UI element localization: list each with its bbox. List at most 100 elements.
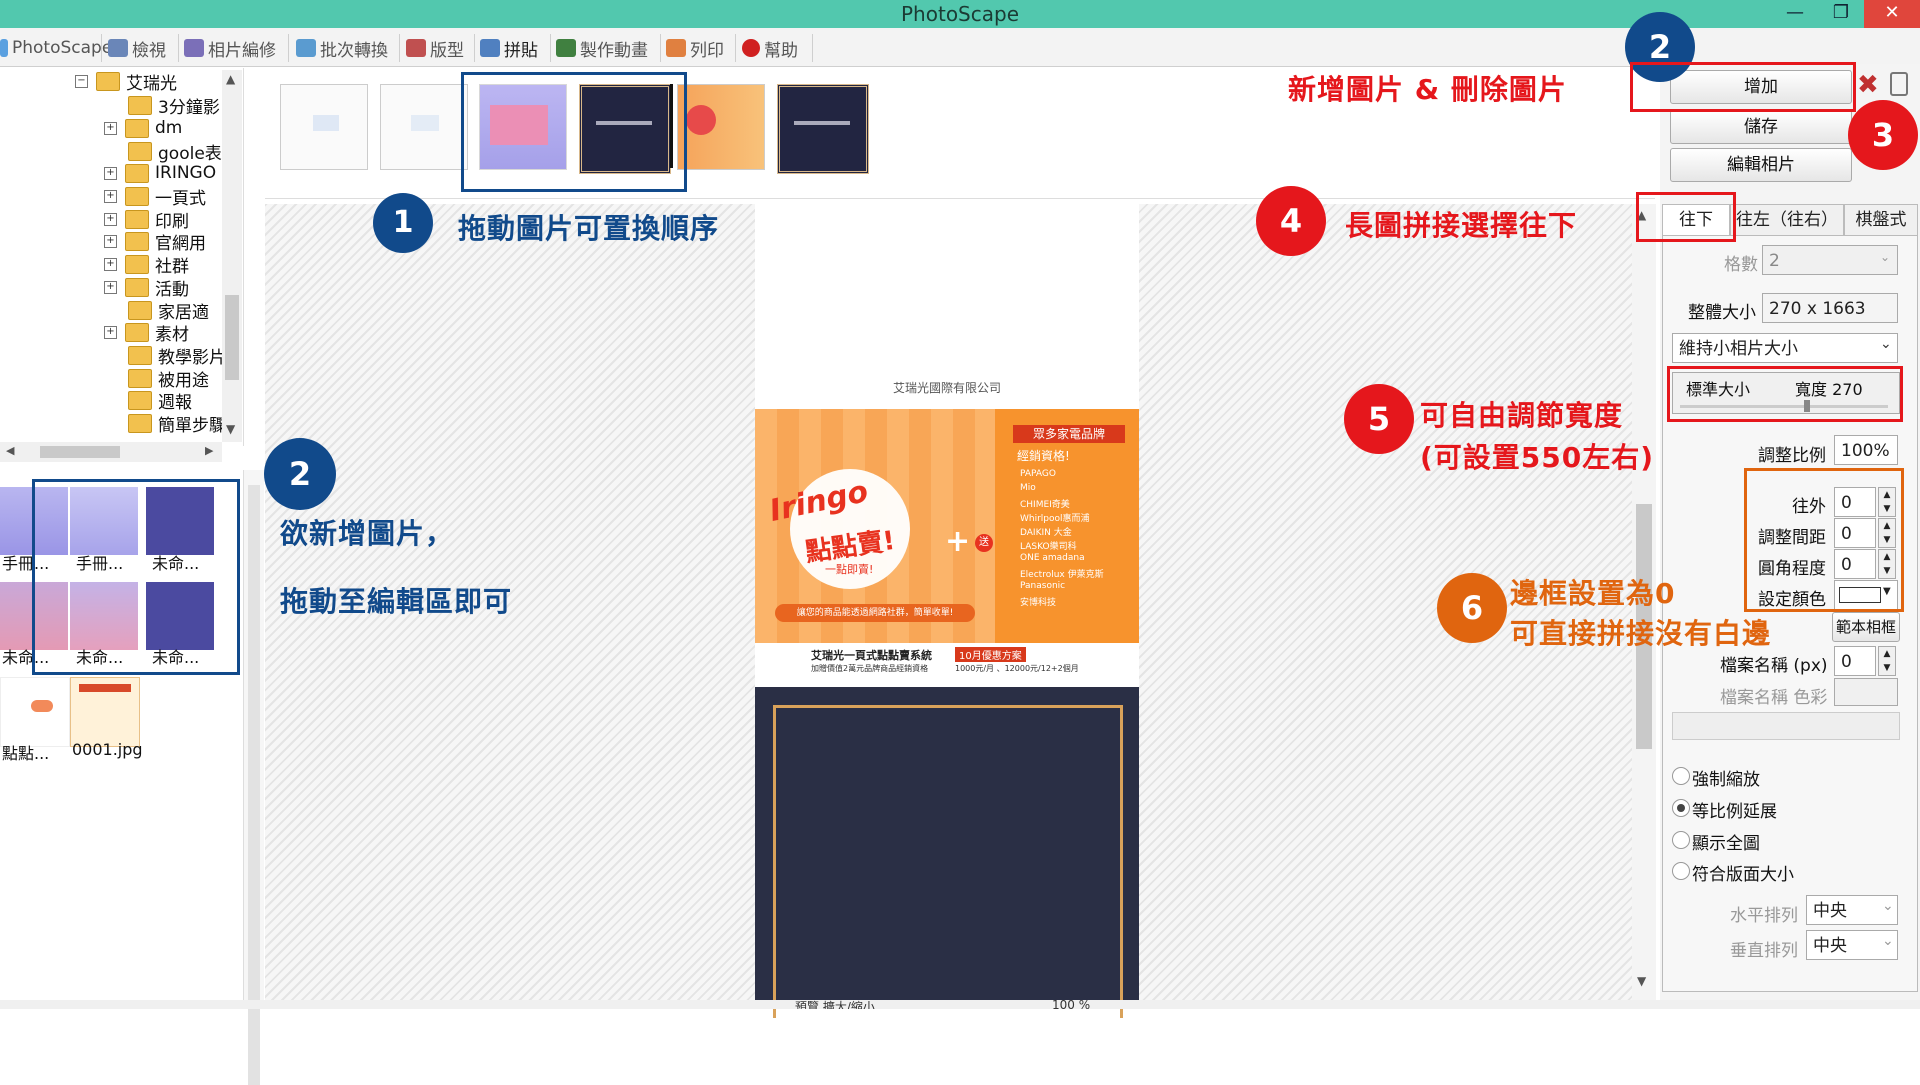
- folder-icon: [125, 163, 149, 183]
- tree-item[interactable]: 教學影片: [128, 344, 226, 368]
- tree-item[interactable]: + dm: [104, 117, 182, 139]
- doc-brand: ONE amadana: [1020, 553, 1085, 563]
- expand-icon[interactable]: +: [104, 121, 117, 135]
- radio-proportional[interactable]: [1672, 799, 1690, 817]
- strip-thumbnail[interactable]: [777, 84, 869, 174]
- tree-item[interactable]: 簡單步驟: [128, 412, 226, 436]
- file-thumbnail[interactable]: [70, 677, 140, 747]
- tree-item[interactable]: + 官網用: [104, 230, 206, 254]
- folder-icon: [125, 231, 149, 251]
- expand-icon[interactable]: +: [104, 189, 117, 203]
- scale-input[interactable]: 100%: [1834, 435, 1898, 465]
- expand-icon[interactable]: +: [104, 257, 117, 271]
- view-icon: [108, 39, 128, 57]
- frame-template-button[interactable]: 範本相框: [1832, 612, 1900, 642]
- tree-item[interactable]: 被用途: [128, 367, 209, 391]
- radio-fit-layout[interactable]: [1672, 862, 1690, 880]
- menu-separator: [474, 34, 475, 62]
- halign-label: 水平排列: [1730, 906, 1798, 926]
- file-thumbnail[interactable]: [0, 677, 70, 747]
- folder-icon: [125, 186, 149, 206]
- tree-item[interactable]: + 活動: [104, 276, 189, 300]
- size-mode-select[interactable]: 維持小相片大小: [1672, 333, 1898, 363]
- scroll-thumb[interactable]: [225, 295, 239, 380]
- doc-brand: PAPAGO: [1020, 469, 1056, 479]
- menu-view[interactable]: 檢視: [108, 34, 166, 62]
- scroll-thumb[interactable]: [40, 446, 120, 458]
- filename-preview: [1672, 712, 1900, 740]
- menu-help[interactable]: 幫助: [742, 34, 798, 62]
- animation-icon: [556, 39, 576, 57]
- chevron-down-icon: ⌄: [1880, 250, 1891, 264]
- annotation-badge-5: 5: [1344, 384, 1414, 454]
- tab-grid[interactable]: 棋盤式: [1844, 204, 1918, 236]
- tree-item[interactable]: + IRINGO: [104, 162, 216, 184]
- doc-brand-sub: 經銷資格!: [1017, 449, 1070, 463]
- maximize-icon[interactable]: ❐: [1818, 0, 1864, 28]
- tree-item[interactable]: 週報: [128, 389, 192, 413]
- expand-icon[interactable]: +: [104, 234, 117, 248]
- chevron-down-icon: ⌄: [1882, 898, 1894, 914]
- expand-icon[interactable]: +: [104, 325, 117, 339]
- radio-show-all[interactable]: [1672, 831, 1690, 849]
- doc-system-title: 艾瑞光一頁式點點賣系統: [811, 649, 932, 662]
- tree-root[interactable]: − 艾瑞光: [75, 70, 177, 94]
- menu-separator: [550, 34, 551, 62]
- doc-logo-small: 一點即賣!: [825, 563, 874, 576]
- menu-page[interactable]: 版型: [406, 34, 464, 62]
- filename-color-picker[interactable]: [1834, 678, 1898, 706]
- scroll-left-icon[interactable]: ◀: [6, 444, 14, 457]
- strip-thumbnail[interactable]: [380, 84, 468, 170]
- folder-tree[interactable]: − 艾瑞光 3分鐘影 + dm goole表 + IRINGO + 一頁式 + 印刷 + 官…: [0, 68, 244, 446]
- scroll-down-icon[interactable]: ▼: [1637, 974, 1646, 988]
- edit-photo-button[interactable]: 編輯相片: [1670, 148, 1852, 182]
- doc-gift-badge: 送: [975, 534, 993, 552]
- folder-icon: [128, 390, 152, 410]
- trash-icon[interactable]: [1890, 72, 1908, 96]
- tree-item[interactable]: + 一頁式: [104, 185, 206, 209]
- strip-thumbnail[interactable]: [677, 84, 765, 170]
- tree-item[interactable]: 家居適: [128, 299, 209, 323]
- radio-label: 強制縮放: [1692, 770, 1760, 790]
- combined-document[interactable]: 艾瑞光國際有限公司 眾多家電品牌 經銷資格! PAPAGO Mio CHIMEI…: [755, 204, 1139, 1018]
- tree-item[interactable]: 3分鐘影: [128, 94, 220, 118]
- tree-item[interactable]: goole表: [128, 140, 222, 164]
- strip-thumbnail[interactable]: [280, 84, 368, 170]
- save-button[interactable]: 儲存: [1670, 110, 1852, 144]
- scroll-down-icon[interactable]: ▼: [226, 422, 235, 436]
- menu-photoscape[interactable]: PhotoScape: [0, 34, 112, 62]
- files-scrollbar[interactable]: ◀: [243, 470, 264, 1085]
- menu-print[interactable]: 列印: [666, 34, 724, 62]
- menu-editor[interactable]: 相片編修: [184, 34, 276, 62]
- annotation-text-2a: 欲新增圖片，: [280, 517, 455, 550]
- filename-color-label: 檔案名稱 色彩: [1720, 688, 1828, 708]
- doc-brand: Panasonic: [1020, 581, 1066, 591]
- expand-icon[interactable]: +: [104, 166, 117, 180]
- tree-item[interactable]: + 社群: [104, 253, 189, 277]
- annotation-text-5b: (可設置550左右): [1420, 441, 1655, 474]
- doc-promo-tag: 10月優惠方案: [955, 647, 1026, 662]
- collapse-icon[interactable]: −: [75, 74, 88, 88]
- valign-label: 垂直排列: [1730, 941, 1798, 961]
- delete-icon[interactable]: ✖: [1857, 70, 1879, 100]
- scroll-right-icon[interactable]: ▶: [205, 444, 213, 457]
- grid-select[interactable]: 2: [1762, 245, 1898, 275]
- radio-force-scale[interactable]: [1672, 767, 1690, 785]
- menu-batch[interactable]: 批次轉換: [296, 34, 388, 62]
- combine-icon: [480, 39, 500, 57]
- menu-animation[interactable]: 製作動畫: [556, 34, 648, 62]
- expand-icon[interactable]: +: [104, 280, 117, 294]
- scroll-up-icon[interactable]: ▲: [226, 72, 235, 86]
- tree-item[interactable]: + 素材: [104, 321, 189, 345]
- filename-input[interactable]: 0: [1834, 646, 1876, 676]
- close-icon[interactable]: ✕: [1864, 0, 1920, 28]
- menu-combine[interactable]: 拼貼: [480, 34, 538, 62]
- annotation-badge-1: 1: [373, 193, 433, 253]
- filename-spinner[interactable]: ▲ ▼: [1878, 646, 1896, 676]
- expand-icon[interactable]: +: [104, 212, 117, 226]
- tab-left-right[interactable]: 往左（往右）: [1730, 204, 1844, 236]
- tree-h-scrollbar[interactable]: ◀ ▶: [0, 442, 222, 462]
- tree-scrollbar[interactable]: ▲ ▼: [222, 70, 242, 442]
- minimize-icon[interactable]: —: [1772, 0, 1818, 28]
- tree-item[interactable]: + 印刷: [104, 208, 189, 232]
